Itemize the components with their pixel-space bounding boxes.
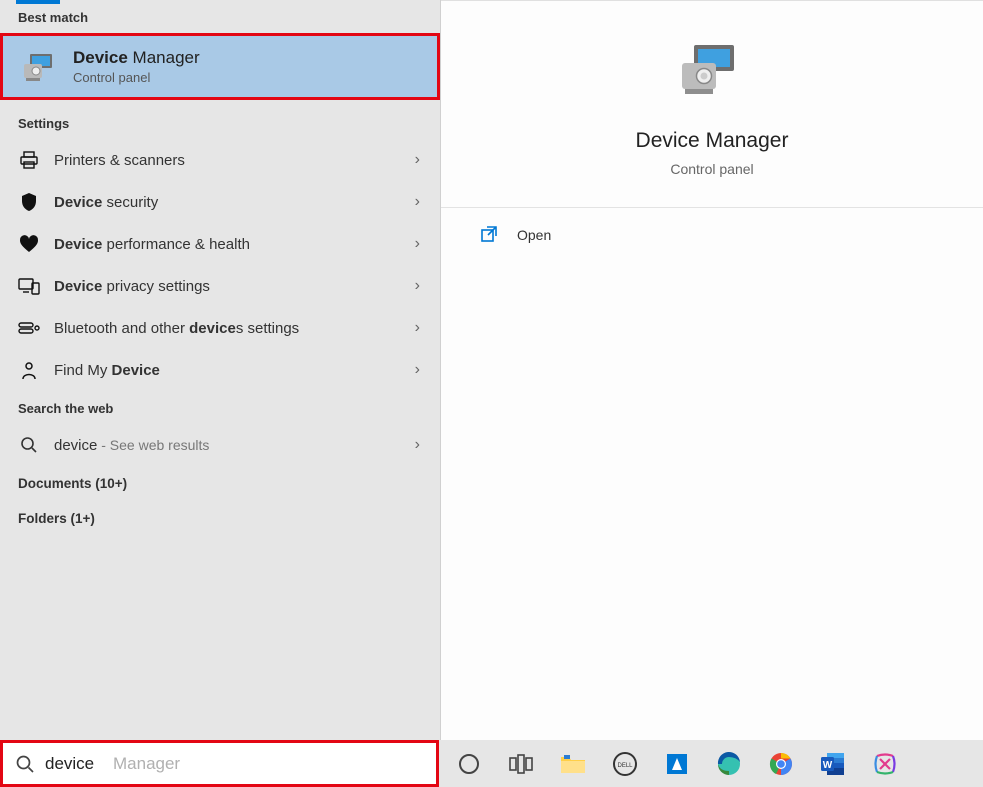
cortana-icon[interactable] bbox=[443, 740, 495, 787]
settings-item-3[interactable]: Device privacy settings› bbox=[0, 265, 440, 307]
folders-header[interactable]: Folders (1+) bbox=[0, 501, 440, 536]
settings-header: Settings bbox=[0, 106, 440, 139]
taskbar-searchbox[interactable]: Manager bbox=[0, 740, 439, 787]
svg-text:DELL: DELL bbox=[617, 763, 633, 769]
detail-title: Device Manager bbox=[441, 129, 983, 153]
search-input[interactable] bbox=[45, 754, 432, 774]
chevron-right-icon: › bbox=[415, 151, 420, 169]
detail-subtitle: Control panel bbox=[441, 161, 983, 177]
findmy-icon bbox=[18, 359, 40, 381]
action-open[interactable]: Open bbox=[441, 208, 983, 262]
action-open-label: Open bbox=[517, 227, 551, 243]
snip-icon[interactable] bbox=[859, 740, 911, 787]
chevron-right-icon: › bbox=[415, 193, 420, 211]
chevron-right-icon: › bbox=[415, 436, 420, 454]
bluetooth-icon bbox=[18, 317, 40, 339]
web-search-label: device - See web results bbox=[54, 437, 415, 454]
privacy-icon bbox=[18, 275, 40, 297]
heart-icon bbox=[18, 233, 40, 255]
word-icon[interactable]: W bbox=[807, 740, 859, 787]
search-icon bbox=[18, 434, 40, 456]
settings-item-label: Find My Device bbox=[54, 362, 415, 379]
device-manager-icon bbox=[23, 49, 59, 85]
device-manager-large-icon bbox=[680, 41, 744, 105]
settings-item-label: Device performance & health bbox=[54, 236, 415, 253]
best-match-title: Device Manager bbox=[73, 48, 200, 68]
settings-item-0[interactable]: Printers & scanners› bbox=[0, 139, 440, 181]
fileexplorer-icon[interactable] bbox=[547, 740, 599, 787]
dell-icon[interactable]: DELL bbox=[599, 740, 651, 787]
best-match-item-device-manager[interactable]: Device Manager Control panel bbox=[0, 33, 440, 100]
web-header: Search the web bbox=[0, 391, 440, 424]
search-icon bbox=[15, 754, 35, 774]
taskbar: Manager DELL bbox=[0, 740, 983, 787]
edge-icon[interactable] bbox=[703, 740, 755, 787]
chevron-right-icon: › bbox=[415, 361, 420, 379]
chrome-icon[interactable] bbox=[755, 740, 807, 787]
detail-panel: Device Manager Control panel Open bbox=[441, 0, 983, 740]
best-match-subtitle: Control panel bbox=[73, 70, 200, 85]
chevron-right-icon: › bbox=[415, 235, 420, 253]
documents-header[interactable]: Documents (10+) bbox=[0, 466, 440, 501]
settings-item-label: Bluetooth and other devices settings bbox=[54, 320, 415, 337]
chevron-right-icon: › bbox=[415, 277, 420, 295]
open-icon bbox=[481, 226, 499, 244]
settings-item-2[interactable]: Device performance & health› bbox=[0, 223, 440, 265]
shield-icon bbox=[18, 191, 40, 213]
web-search-item[interactable]: device - See web results › bbox=[0, 424, 440, 466]
taskview-icon[interactable] bbox=[495, 740, 547, 787]
best-match-header: Best match bbox=[0, 0, 440, 33]
settings-item-4[interactable]: Bluetooth and other devices settings› bbox=[0, 307, 440, 349]
settings-item-label: Printers & scanners bbox=[54, 152, 415, 169]
svg-text:W: W bbox=[823, 760, 833, 771]
chevron-right-icon: › bbox=[415, 319, 420, 337]
settings-item-label: Device privacy settings bbox=[54, 278, 415, 295]
settings-item-5[interactable]: Find My Device› bbox=[0, 349, 440, 391]
printer-icon bbox=[18, 149, 40, 171]
settings-item-label: Device security bbox=[54, 194, 415, 211]
azure-icon[interactable] bbox=[651, 740, 703, 787]
settings-item-1[interactable]: Device security› bbox=[0, 181, 440, 223]
active-tab-accent bbox=[16, 0, 60, 4]
